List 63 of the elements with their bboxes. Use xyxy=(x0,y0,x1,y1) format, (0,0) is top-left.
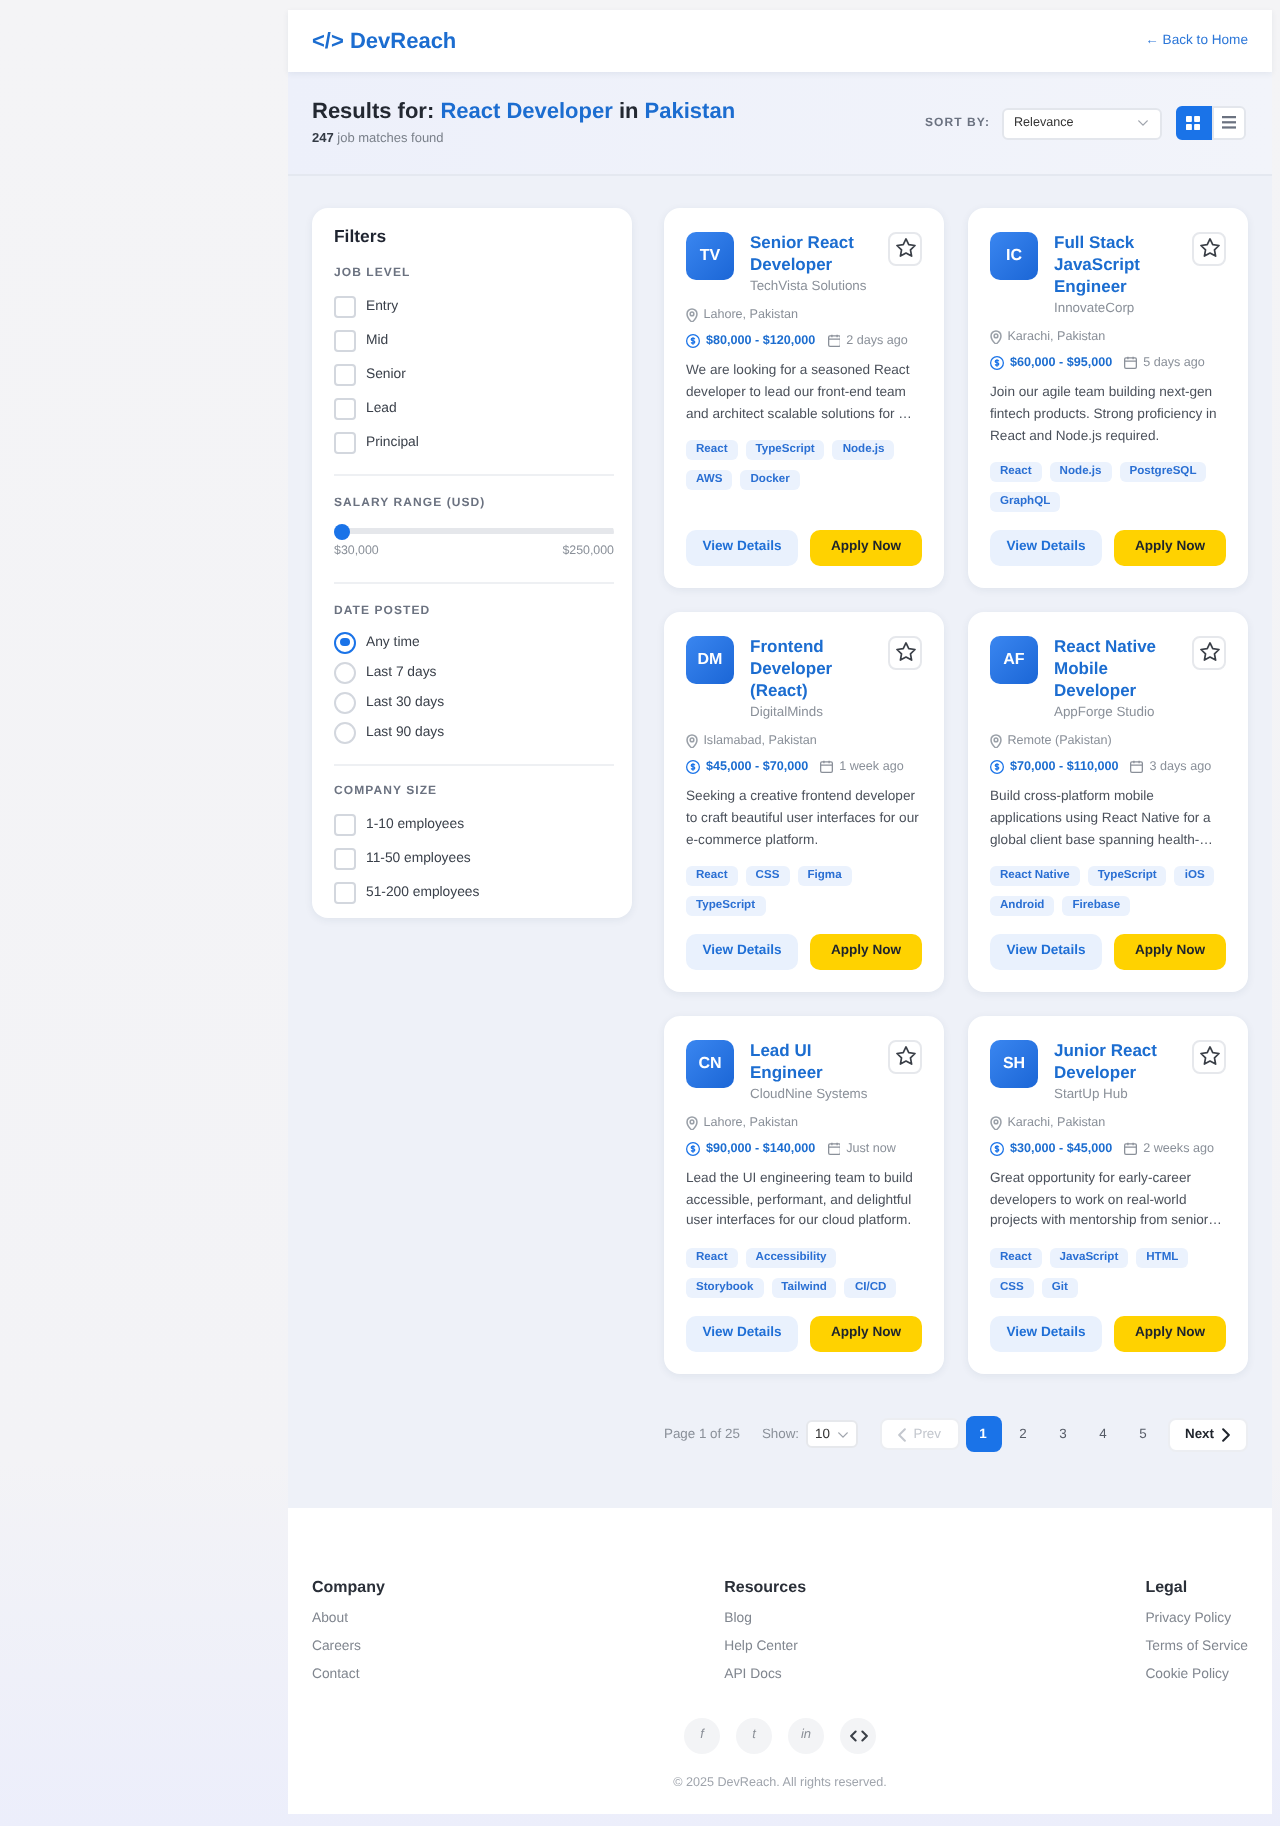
job-title[interactable]: Frontend Developer (React) xyxy=(750,635,876,702)
save-button[interactable] xyxy=(888,635,922,670)
job-title[interactable]: Senior React Developer xyxy=(750,231,876,276)
calendar-icon xyxy=(1130,760,1144,774)
footer-column-title: Resources xyxy=(724,1576,807,1599)
chevron-down-icon xyxy=(1138,120,1148,126)
dollar-circle-icon xyxy=(686,760,700,775)
save-button[interactable] xyxy=(888,231,922,266)
checkbox[interactable] xyxy=(334,431,356,454)
dollar-circle-icon xyxy=(990,356,1004,371)
footer-column-title: Legal xyxy=(1145,1576,1190,1599)
save-button[interactable] xyxy=(1192,1039,1226,1074)
company-avatar: DM xyxy=(686,635,734,684)
code-icon xyxy=(849,1729,867,1742)
location-pin-icon xyxy=(990,733,1002,749)
calendar-icon xyxy=(1124,1142,1138,1156)
save-button[interactable] xyxy=(888,1039,922,1074)
dollar-circle-icon xyxy=(990,1142,1004,1157)
checkbox[interactable] xyxy=(334,329,356,352)
dollar-circle-icon xyxy=(686,334,700,349)
dollar-circle-icon xyxy=(990,760,1004,775)
location-pin-icon xyxy=(990,1115,1002,1131)
checkbox[interactable] xyxy=(334,813,356,836)
calendar-icon xyxy=(827,1142,841,1156)
calendar-icon xyxy=(827,334,841,348)
chevron-down-icon xyxy=(837,1431,848,1438)
filters-title: Filters xyxy=(334,225,389,247)
location-pin-icon xyxy=(686,1115,698,1131)
list-view-button[interactable] xyxy=(1211,106,1246,140)
checkbox[interactable] xyxy=(334,847,356,870)
grid-view-button[interactable] xyxy=(1176,106,1211,140)
social-link[interactable] xyxy=(840,1717,876,1754)
company-avatar: SH xyxy=(990,1039,1038,1088)
job-title[interactable]: Junior React Developer xyxy=(1054,1039,1180,1084)
checkbox[interactable] xyxy=(334,295,356,318)
checkbox[interactable] xyxy=(334,363,356,386)
calendar-icon xyxy=(820,760,834,774)
company-avatar: TV xyxy=(686,231,734,280)
grid-icon xyxy=(1186,116,1201,130)
radio-button[interactable] xyxy=(334,631,356,654)
calendar-icon xyxy=(1124,356,1138,370)
company-avatar: IC xyxy=(990,231,1038,280)
company-avatar: CN xyxy=(686,1039,734,1088)
save-button[interactable] xyxy=(1192,635,1226,670)
results-heading: Results for: React Developer in Pakistan xyxy=(312,99,736,125)
dollar-circle-icon xyxy=(686,1142,700,1157)
checkbox[interactable] xyxy=(334,397,356,420)
chevron-left-icon xyxy=(897,1427,906,1442)
list-icon xyxy=(1221,116,1236,130)
location-pin-icon xyxy=(686,733,698,749)
location-pin-icon xyxy=(990,329,1002,345)
slider-thumb[interactable] xyxy=(334,523,350,540)
logo[interactable]: </> DevReach xyxy=(312,29,457,53)
job-title[interactable]: Full Stack JavaScript Engineer xyxy=(1054,231,1180,298)
footer-column-title: Company xyxy=(312,1576,385,1599)
checkbox[interactable] xyxy=(334,881,356,904)
chevron-right-icon xyxy=(1222,1427,1230,1442)
location-pin-icon xyxy=(686,307,698,323)
job-title[interactable]: React Native Mobile Developer xyxy=(1054,635,1180,702)
slider-track[interactable] xyxy=(334,523,614,540)
save-button[interactable] xyxy=(1192,231,1226,266)
company-avatar: AF xyxy=(990,635,1038,684)
job-title[interactable]: Lead UI Engineer xyxy=(750,1039,876,1084)
